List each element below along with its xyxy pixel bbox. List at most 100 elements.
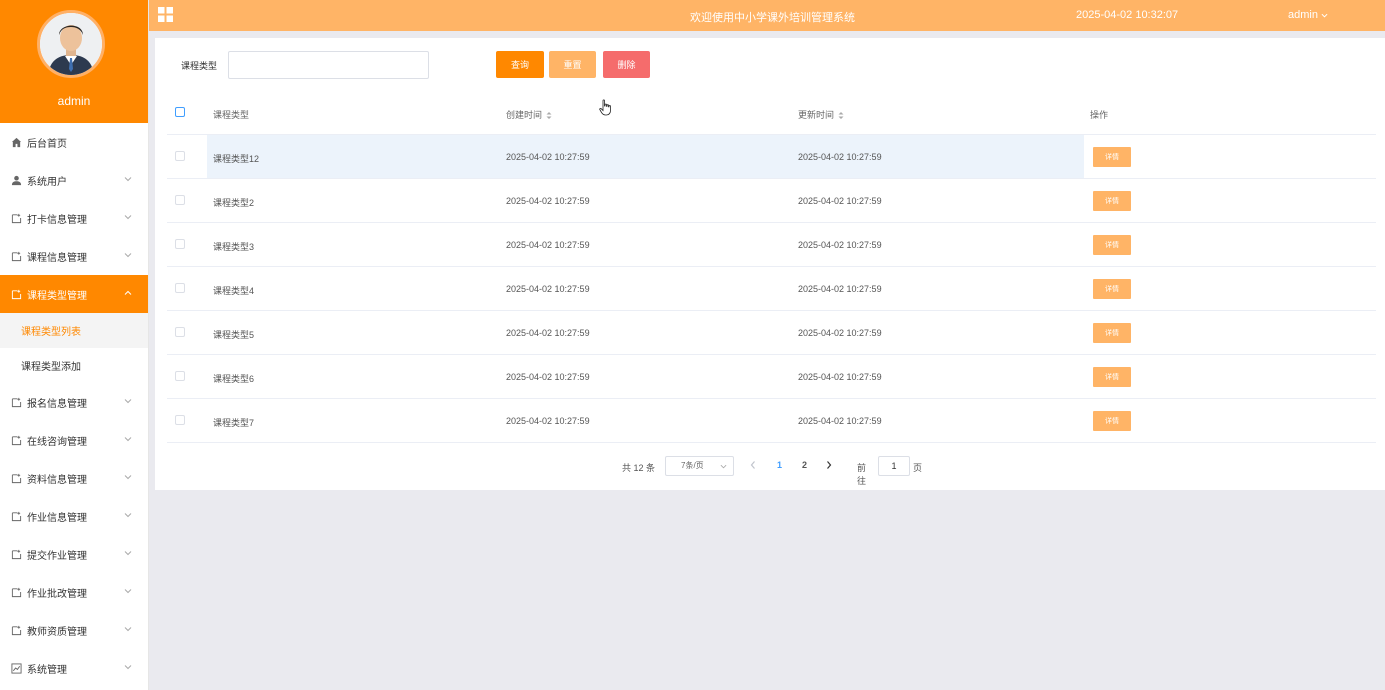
- sidebar-item-label: 后台首页: [27, 138, 67, 150]
- prev-page-icon[interactable]: [749, 460, 757, 470]
- sidebar-item-label: 打卡信息管理: [27, 214, 87, 226]
- chevron-down-icon: [124, 551, 132, 556]
- table-row[interactable]: 课程类型6 2025-04-02 10:27:59 2025-04-02 10:…: [167, 355, 1376, 399]
- chevron-down-icon: [124, 589, 132, 594]
- delete-button[interactable]: 删除: [603, 51, 650, 78]
- table-row[interactable]: 课程类型2 2025-04-02 10:27:59 2025-04-02 10:…: [167, 179, 1376, 223]
- cell-created: 2025-04-02 10:27:59: [506, 416, 590, 426]
- sidebar-item-label: 课程类型管理: [27, 290, 87, 302]
- row-checkbox[interactable]: [175, 415, 185, 425]
- sidebar-item-system-users[interactable]: 系统用户: [0, 161, 148, 199]
- chevron-down-icon: [124, 665, 132, 670]
- cell-created: 2025-04-02 10:27:59: [506, 240, 590, 250]
- page-number[interactable]: 2: [802, 460, 807, 470]
- content-card: 课程类型 查询 重置 删除 课程类型 创建时间 更新时间 操作 课程类型12 2…: [155, 38, 1385, 490]
- detail-button[interactable]: 详情: [1093, 323, 1131, 343]
- row-checkbox[interactable]: [175, 327, 185, 337]
- table-row[interactable]: 课程类型7 2025-04-02 10:27:59 2025-04-02 10:…: [167, 399, 1376, 443]
- row-checkbox[interactable]: [175, 151, 185, 161]
- cell-created: 2025-04-02 10:27:59: [506, 328, 590, 338]
- user-menu[interactable]: admin: [1288, 9, 1328, 21]
- table-row[interactable]: 课程类型12 2025-04-02 10:27:59 2025-04-02 10…: [167, 135, 1376, 179]
- page-title: 欢迎使用中小学课外培训管理系统: [690, 12, 855, 24]
- chevron-down-icon: [124, 627, 132, 632]
- column-header-created[interactable]: 创建时间: [506, 108, 552, 121]
- home-icon: [10, 136, 22, 148]
- sort-icon[interactable]: [546, 111, 552, 120]
- sidebar-item-materials[interactable]: 资料信息管理: [0, 459, 148, 497]
- chevron-down-icon: [1321, 13, 1328, 18]
- grid-menu-icon[interactable]: [158, 7, 173, 22]
- sidebar: admin 后台首页 系统用户 打卡信息管理 课程信息管理 课程类型管理 课程类…: [0, 0, 149, 690]
- cell-updated: 2025-04-02 10:27:59: [798, 196, 882, 206]
- sidebar-subitem-course-type-add[interactable]: 课程类型添加: [0, 348, 148, 383]
- page-number[interactable]: 1: [777, 460, 782, 470]
- row-checkbox[interactable]: [175, 283, 185, 293]
- page-suffix-label: 页: [913, 463, 923, 473]
- table-row[interactable]: 课程类型5 2025-04-02 10:27:59 2025-04-02 10:…: [167, 311, 1376, 355]
- row-checkbox[interactable]: [175, 239, 185, 249]
- sidebar-subitem-course-type-list[interactable]: 课程类型列表: [0, 313, 148, 348]
- folder-icon: [10, 548, 22, 560]
- column-header-updated-label: 更新时间: [798, 110, 835, 120]
- next-page-icon[interactable]: [825, 460, 833, 470]
- cell-type: 课程类型12: [213, 154, 260, 164]
- row-checkbox[interactable]: [175, 195, 185, 205]
- sidebar-item-teacher-qualification[interactable]: 教师资质管理: [0, 611, 148, 649]
- column-header-type: 课程类型: [213, 110, 250, 120]
- cell-type: 课程类型5: [213, 330, 255, 340]
- chevron-down-icon: [720, 464, 727, 469]
- cell-updated: 2025-04-02 10:27:59: [798, 152, 882, 162]
- detail-button[interactable]: 详情: [1093, 147, 1131, 167]
- sidebar-item-checkin[interactable]: 打卡信息管理: [0, 199, 148, 237]
- table-row[interactable]: 课程类型3 2025-04-02 10:27:59 2025-04-02 10:…: [167, 223, 1376, 267]
- detail-button[interactable]: 详情: [1093, 279, 1131, 299]
- profile-panel: admin: [0, 0, 148, 123]
- sidebar-item-course-type[interactable]: 课程类型管理: [0, 275, 148, 313]
- cell-updated: 2025-04-02 10:27:59: [798, 372, 882, 382]
- sidebar-item-home[interactable]: 后台首页: [0, 123, 148, 161]
- sidebar-item-course-info[interactable]: 课程信息管理: [0, 237, 148, 275]
- sidebar-item-submit-homework[interactable]: 提交作业管理: [0, 535, 148, 573]
- detail-button[interactable]: 详情: [1093, 411, 1131, 431]
- column-header-actions: 操作: [1090, 110, 1109, 120]
- sidebar-item-label: 资料信息管理: [27, 474, 87, 486]
- chevron-down-icon: [124, 437, 132, 442]
- reset-button[interactable]: 重置: [549, 51, 596, 78]
- profile-name: admin: [57, 94, 91, 108]
- cell-type: 课程类型4: [213, 286, 255, 296]
- sidebar-item-homework[interactable]: 作业信息管理: [0, 497, 148, 535]
- folder-icon: [10, 472, 22, 484]
- cell-updated: 2025-04-02 10:27:59: [798, 284, 882, 294]
- sidebar-item-enrollment[interactable]: 报名信息管理: [0, 383, 148, 421]
- select-all-checkbox[interactable]: [175, 107, 185, 117]
- sidebar-item-consult[interactable]: 在线咨询管理: [0, 421, 148, 459]
- table-row[interactable]: 课程类型4 2025-04-02 10:27:59 2025-04-02 10:…: [167, 267, 1376, 311]
- cell-type: 课程类型6: [213, 374, 255, 384]
- course-type-search-input[interactable]: [228, 51, 429, 79]
- hand-cursor-icon: [599, 99, 611, 116]
- detail-button[interactable]: 详情: [1093, 367, 1131, 387]
- sidebar-item-label: 系统管理: [27, 664, 67, 676]
- sidebar-item-label: 课程信息管理: [27, 252, 87, 264]
- folder-icon: [10, 624, 22, 636]
- query-button[interactable]: 查询: [496, 51, 544, 78]
- row-hover-highlight: [207, 135, 1084, 178]
- folder-icon: [10, 212, 22, 224]
- sidebar-item-system-management[interactable]: 系统管理: [0, 649, 148, 687]
- column-header-updated[interactable]: 更新时间: [798, 108, 844, 121]
- row-checkbox[interactable]: [175, 371, 185, 381]
- chevron-down-icon: [124, 399, 132, 404]
- chevron-down-icon: [124, 177, 132, 182]
- cell-created: 2025-04-02 10:27:59: [506, 152, 590, 162]
- sidebar-item-grading[interactable]: 作业批改管理: [0, 573, 148, 611]
- sort-icon[interactable]: [838, 111, 844, 120]
- detail-button[interactable]: 详情: [1093, 235, 1131, 255]
- chevron-down-icon: [124, 475, 132, 480]
- page-size-select[interactable]: 7条/页: [665, 456, 734, 476]
- goto-page-input[interactable]: [878, 456, 910, 476]
- sidebar-item-label: 作业批改管理: [27, 588, 87, 600]
- chart-icon: [10, 662, 22, 674]
- cell-type: 课程类型2: [213, 198, 255, 208]
- detail-button[interactable]: 详情: [1093, 191, 1131, 211]
